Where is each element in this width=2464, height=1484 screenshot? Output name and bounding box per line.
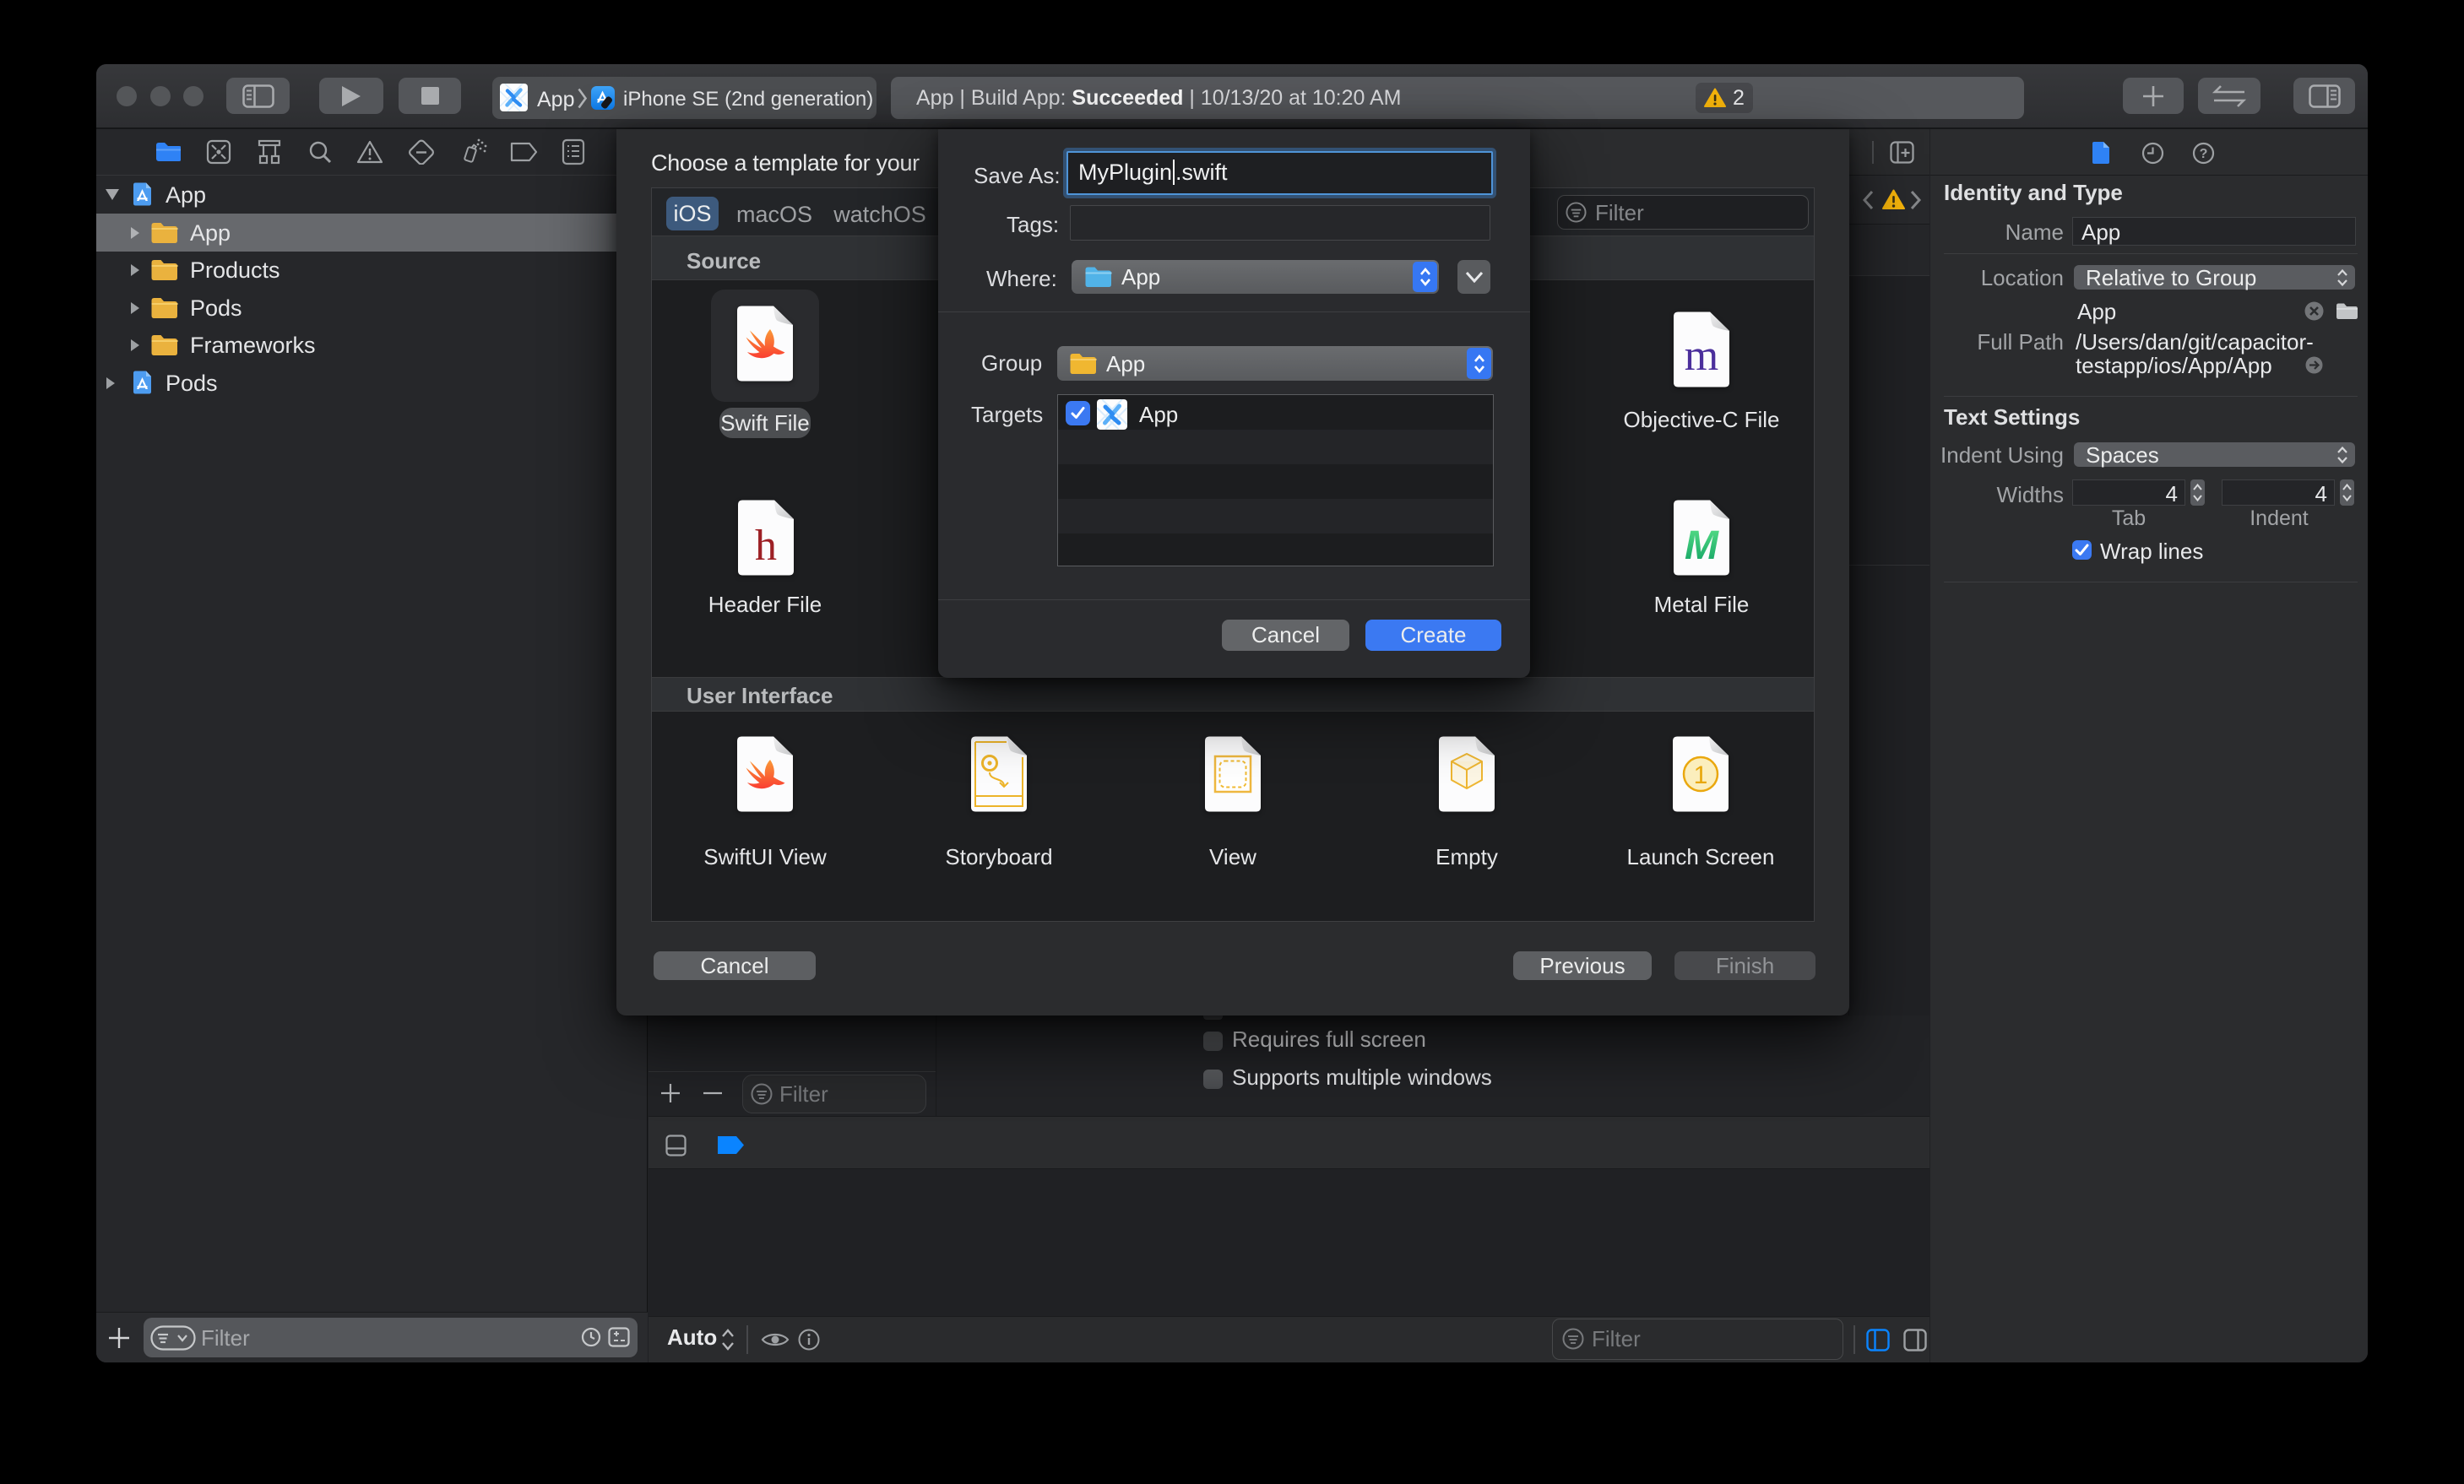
svg-text:m: m <box>1685 332 1718 380</box>
svg-text:h: h <box>755 522 777 570</box>
svg-text:?: ? <box>2200 147 2208 161</box>
svg-text:M: M <box>1685 523 1719 568</box>
svg-text:1: 1 <box>1694 761 1708 789</box>
